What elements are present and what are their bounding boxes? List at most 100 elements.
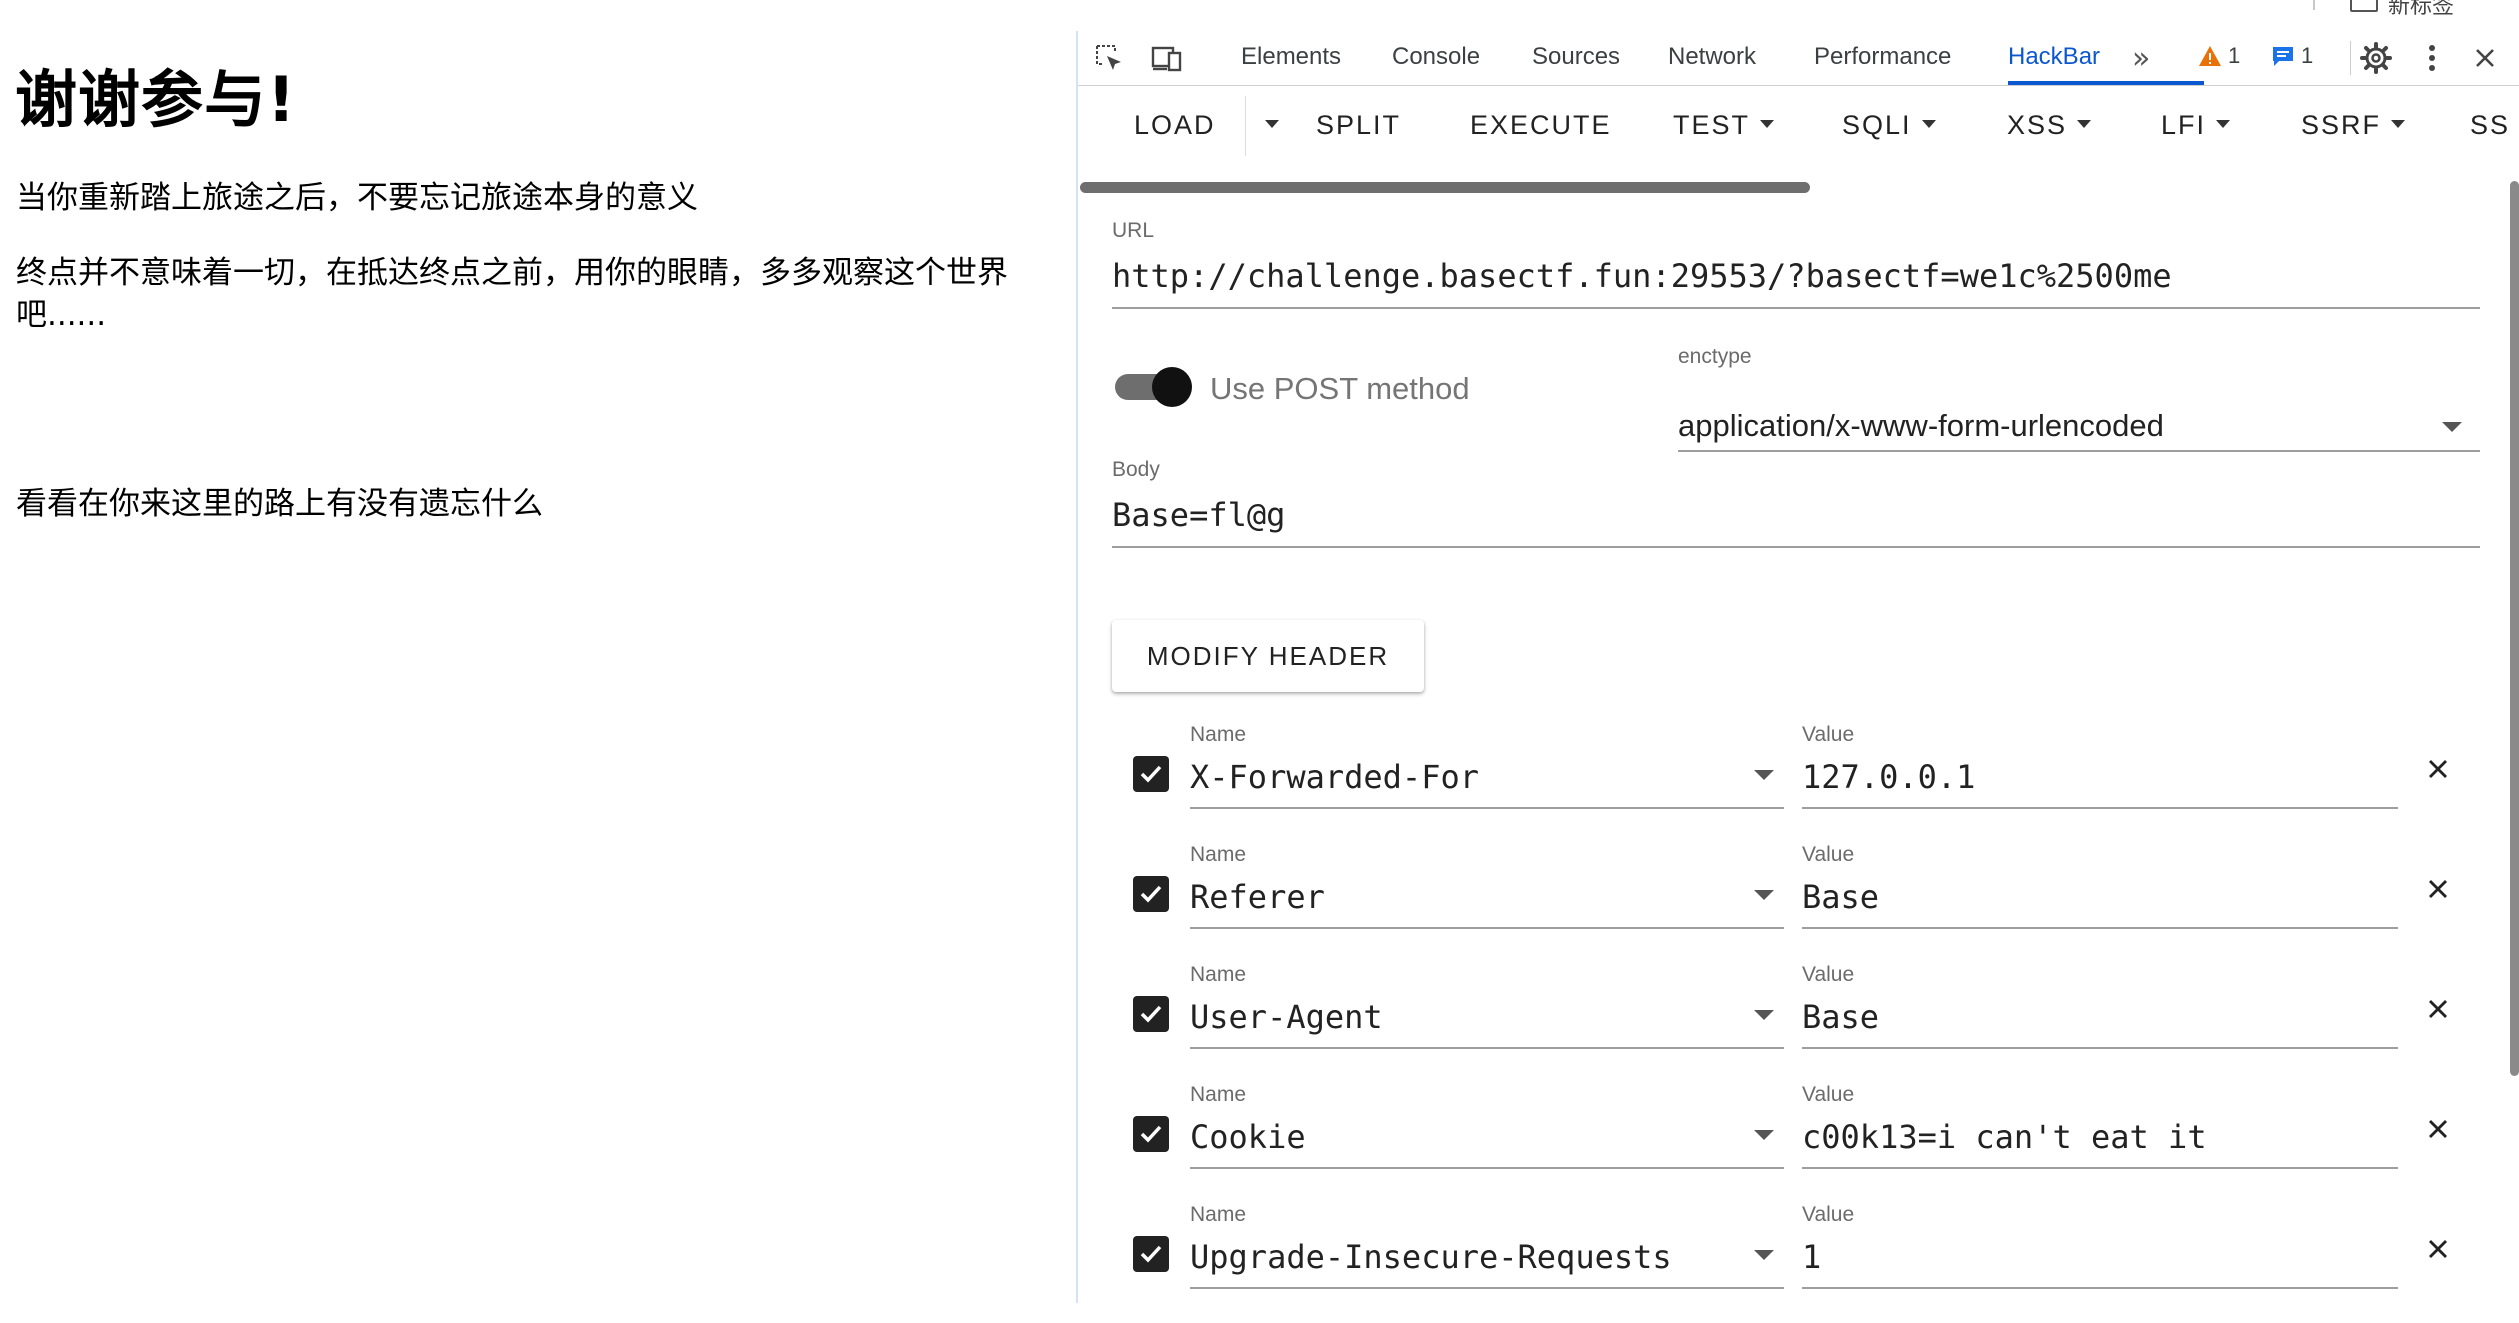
test-menu-button[interactable]: TEST <box>1673 110 1775 141</box>
sqli-menu-button[interactable]: SQLI <box>1842 110 1936 141</box>
page-heading: 谢谢参与! <box>15 63 297 136</box>
header-checkbox[interactable] <box>1133 876 1169 912</box>
tab-elements[interactable]: Elements <box>1241 43 1341 71</box>
page-content: 谢谢参与! 当你重新踏上旅途之后，不要忘记旅途本身的意义 终点并不意味着一切，在… <box>0 31 1076 1303</box>
chevron-down-icon[interactable] <box>1754 1010 1774 1020</box>
header-name-input[interactable]: X-Forwarded-For <box>1190 758 1479 796</box>
header-row: Name User-Agent Value Base <box>1078 963 2519 1083</box>
checkmark-icon <box>1140 1245 1162 1263</box>
ssti-menu-button[interactable]: SS <box>2470 110 2510 141</box>
header-name-underline <box>1190 1047 1784 1049</box>
toolbar-separator <box>2350 41 2351 75</box>
header-name-label: Name <box>1190 843 1247 866</box>
xss-menu-button[interactable]: XSS <box>2007 110 2092 141</box>
checkmark-icon <box>1140 1125 1162 1143</box>
xss-menu-label: XSS <box>2007 110 2068 140</box>
chevron-down-icon[interactable] <box>2442 422 2462 432</box>
gear-icon[interactable] <box>2359 41 2393 75</box>
horizontal-scrollbar[interactable] <box>1080 182 1810 193</box>
header-value-underline <box>1802 1287 2398 1289</box>
hackbar-button-row: LOAD SPLIT EXECUTE TEST SQLI XSS LFI SSR… <box>1078 86 2519 166</box>
remove-header-close-icon[interactable] <box>2418 1109 2458 1149</box>
split-button[interactable]: SPLIT <box>1316 110 1401 141</box>
kebab-menu-icon[interactable] <box>2415 41 2449 75</box>
browser-top-strip: 新标签 <box>0 0 2519 32</box>
top-label[interactable]: 新标签 <box>2388 0 2454 20</box>
url-input[interactable]: http://challenge.basectf.fun:29553/?base… <box>1112 257 2172 295</box>
chevron-down-icon[interactable] <box>1754 770 1774 780</box>
header-name-input[interactable]: User-Agent <box>1190 998 1383 1036</box>
load-dropdown-button[interactable] <box>1255 110 1279 141</box>
header-checkbox[interactable] <box>1133 1236 1169 1272</box>
header-value-underline <box>1802 1167 2398 1169</box>
execute-button[interactable]: EXECUTE <box>1470 110 1612 141</box>
messages-badge[interactable]: 1 <box>2271 43 2313 69</box>
page-paragraph-1: 当你重新踏上旅途之后，不要忘记旅途本身的意义 <box>16 180 698 216</box>
tab-icon <box>2350 0 2378 12</box>
header-value-label: Value <box>1802 843 1855 866</box>
remove-header-close-icon[interactable] <box>2418 869 2458 909</box>
load-split-separator <box>1245 96 1246 156</box>
tab-network[interactable]: Network <box>1668 43 1756 71</box>
warnings-badge[interactable]: 1 <box>2198 43 2240 69</box>
device-toggle-icon[interactable] <box>1150 41 1184 75</box>
caret-down-icon <box>2216 119 2231 128</box>
test-menu-label: TEST <box>1673 110 1751 140</box>
header-name-underline <box>1190 807 1784 809</box>
modify-header-button[interactable]: MODIFY HEADER <box>1112 620 1424 692</box>
header-checkbox[interactable] <box>1133 1116 1169 1152</box>
warnings-count: 1 <box>2228 43 2241 68</box>
header-value-input[interactable]: Base <box>1802 878 1879 916</box>
header-checkbox[interactable] <box>1133 756 1169 792</box>
post-toggle-knob[interactable] <box>1152 367 1192 407</box>
vertical-scrollbar[interactable] <box>2510 181 2519 1076</box>
chevron-down-icon[interactable] <box>1754 1250 1774 1260</box>
header-name-input[interactable]: Referer <box>1190 878 1325 916</box>
ssrf-menu-button[interactable]: SSRF <box>2301 110 2406 141</box>
post-toggle-label: Use POST method <box>1210 371 1470 406</box>
body-input[interactable]: Base=fl@g <box>1112 496 1285 534</box>
load-button[interactable]: LOAD <box>1134 110 1216 141</box>
header-name-label: Name <box>1190 723 1247 746</box>
inspect-icon[interactable] <box>1092 41 1126 75</box>
more-tabs-icon[interactable]: » <box>2132 41 2150 76</box>
header-name-underline <box>1190 1287 1784 1289</box>
header-row: Name X-Forwarded-For Value 127.0.0.1 <box>1078 723 2519 843</box>
chevron-down-icon[interactable] <box>1754 1130 1774 1140</box>
tab-hackbar[interactable]: HackBar <box>2008 43 2100 71</box>
header-name-underline <box>1190 927 1784 929</box>
checkmark-icon <box>1140 885 1162 903</box>
remove-header-close-icon[interactable] <box>2418 749 2458 789</box>
chevron-down-icon[interactable] <box>1754 890 1774 900</box>
remove-header-close-icon[interactable] <box>2418 1229 2458 1269</box>
close-icon[interactable] <box>2468 41 2502 75</box>
caret-down-icon <box>1265 119 1279 128</box>
header-value-underline <box>1802 1047 2398 1049</box>
header-value-input[interactable]: c00k13=i can't eat it <box>1802 1118 2207 1156</box>
checkmark-icon <box>1140 1005 1162 1023</box>
remove-header-close-icon[interactable] <box>2418 989 2458 1029</box>
header-value-underline <box>1802 927 2398 929</box>
caret-down-icon <box>1921 119 1936 128</box>
header-value-input[interactable]: 127.0.0.1 <box>1802 758 1975 796</box>
tab-sources[interactable]: Sources <box>1532 43 1620 71</box>
tab-performance[interactable]: Performance <box>1814 43 1951 71</box>
message-icon <box>2273 47 2293 66</box>
enctype-select[interactable]: application/x-www-form-urlencoded <box>1678 408 2164 444</box>
header-row: Name Upgrade-Insecure-Requests Value 1 <box>1078 1203 2519 1323</box>
header-name-input[interactable]: Cookie <box>1190 1118 1306 1156</box>
top-divider <box>2313 0 2315 10</box>
caret-down-icon <box>2077 119 2092 128</box>
url-underline <box>1112 307 2480 309</box>
warning-icon <box>2199 46 2221 66</box>
checkmark-icon <box>1140 765 1162 783</box>
lfi-menu-label: LFI <box>2161 110 2207 140</box>
lfi-menu-button[interactable]: LFI <box>2161 110 2231 141</box>
header-name-input[interactable]: Upgrade-Insecure-Requests <box>1190 1238 1672 1276</box>
header-value-underline <box>1802 807 2398 809</box>
header-name-label: Name <box>1190 963 1247 986</box>
tab-console[interactable]: Console <box>1392 43 1480 71</box>
header-checkbox[interactable] <box>1133 996 1169 1032</box>
header-value-input[interactable]: 1 <box>1802 1238 1821 1276</box>
header-value-input[interactable]: Base <box>1802 998 1879 1036</box>
